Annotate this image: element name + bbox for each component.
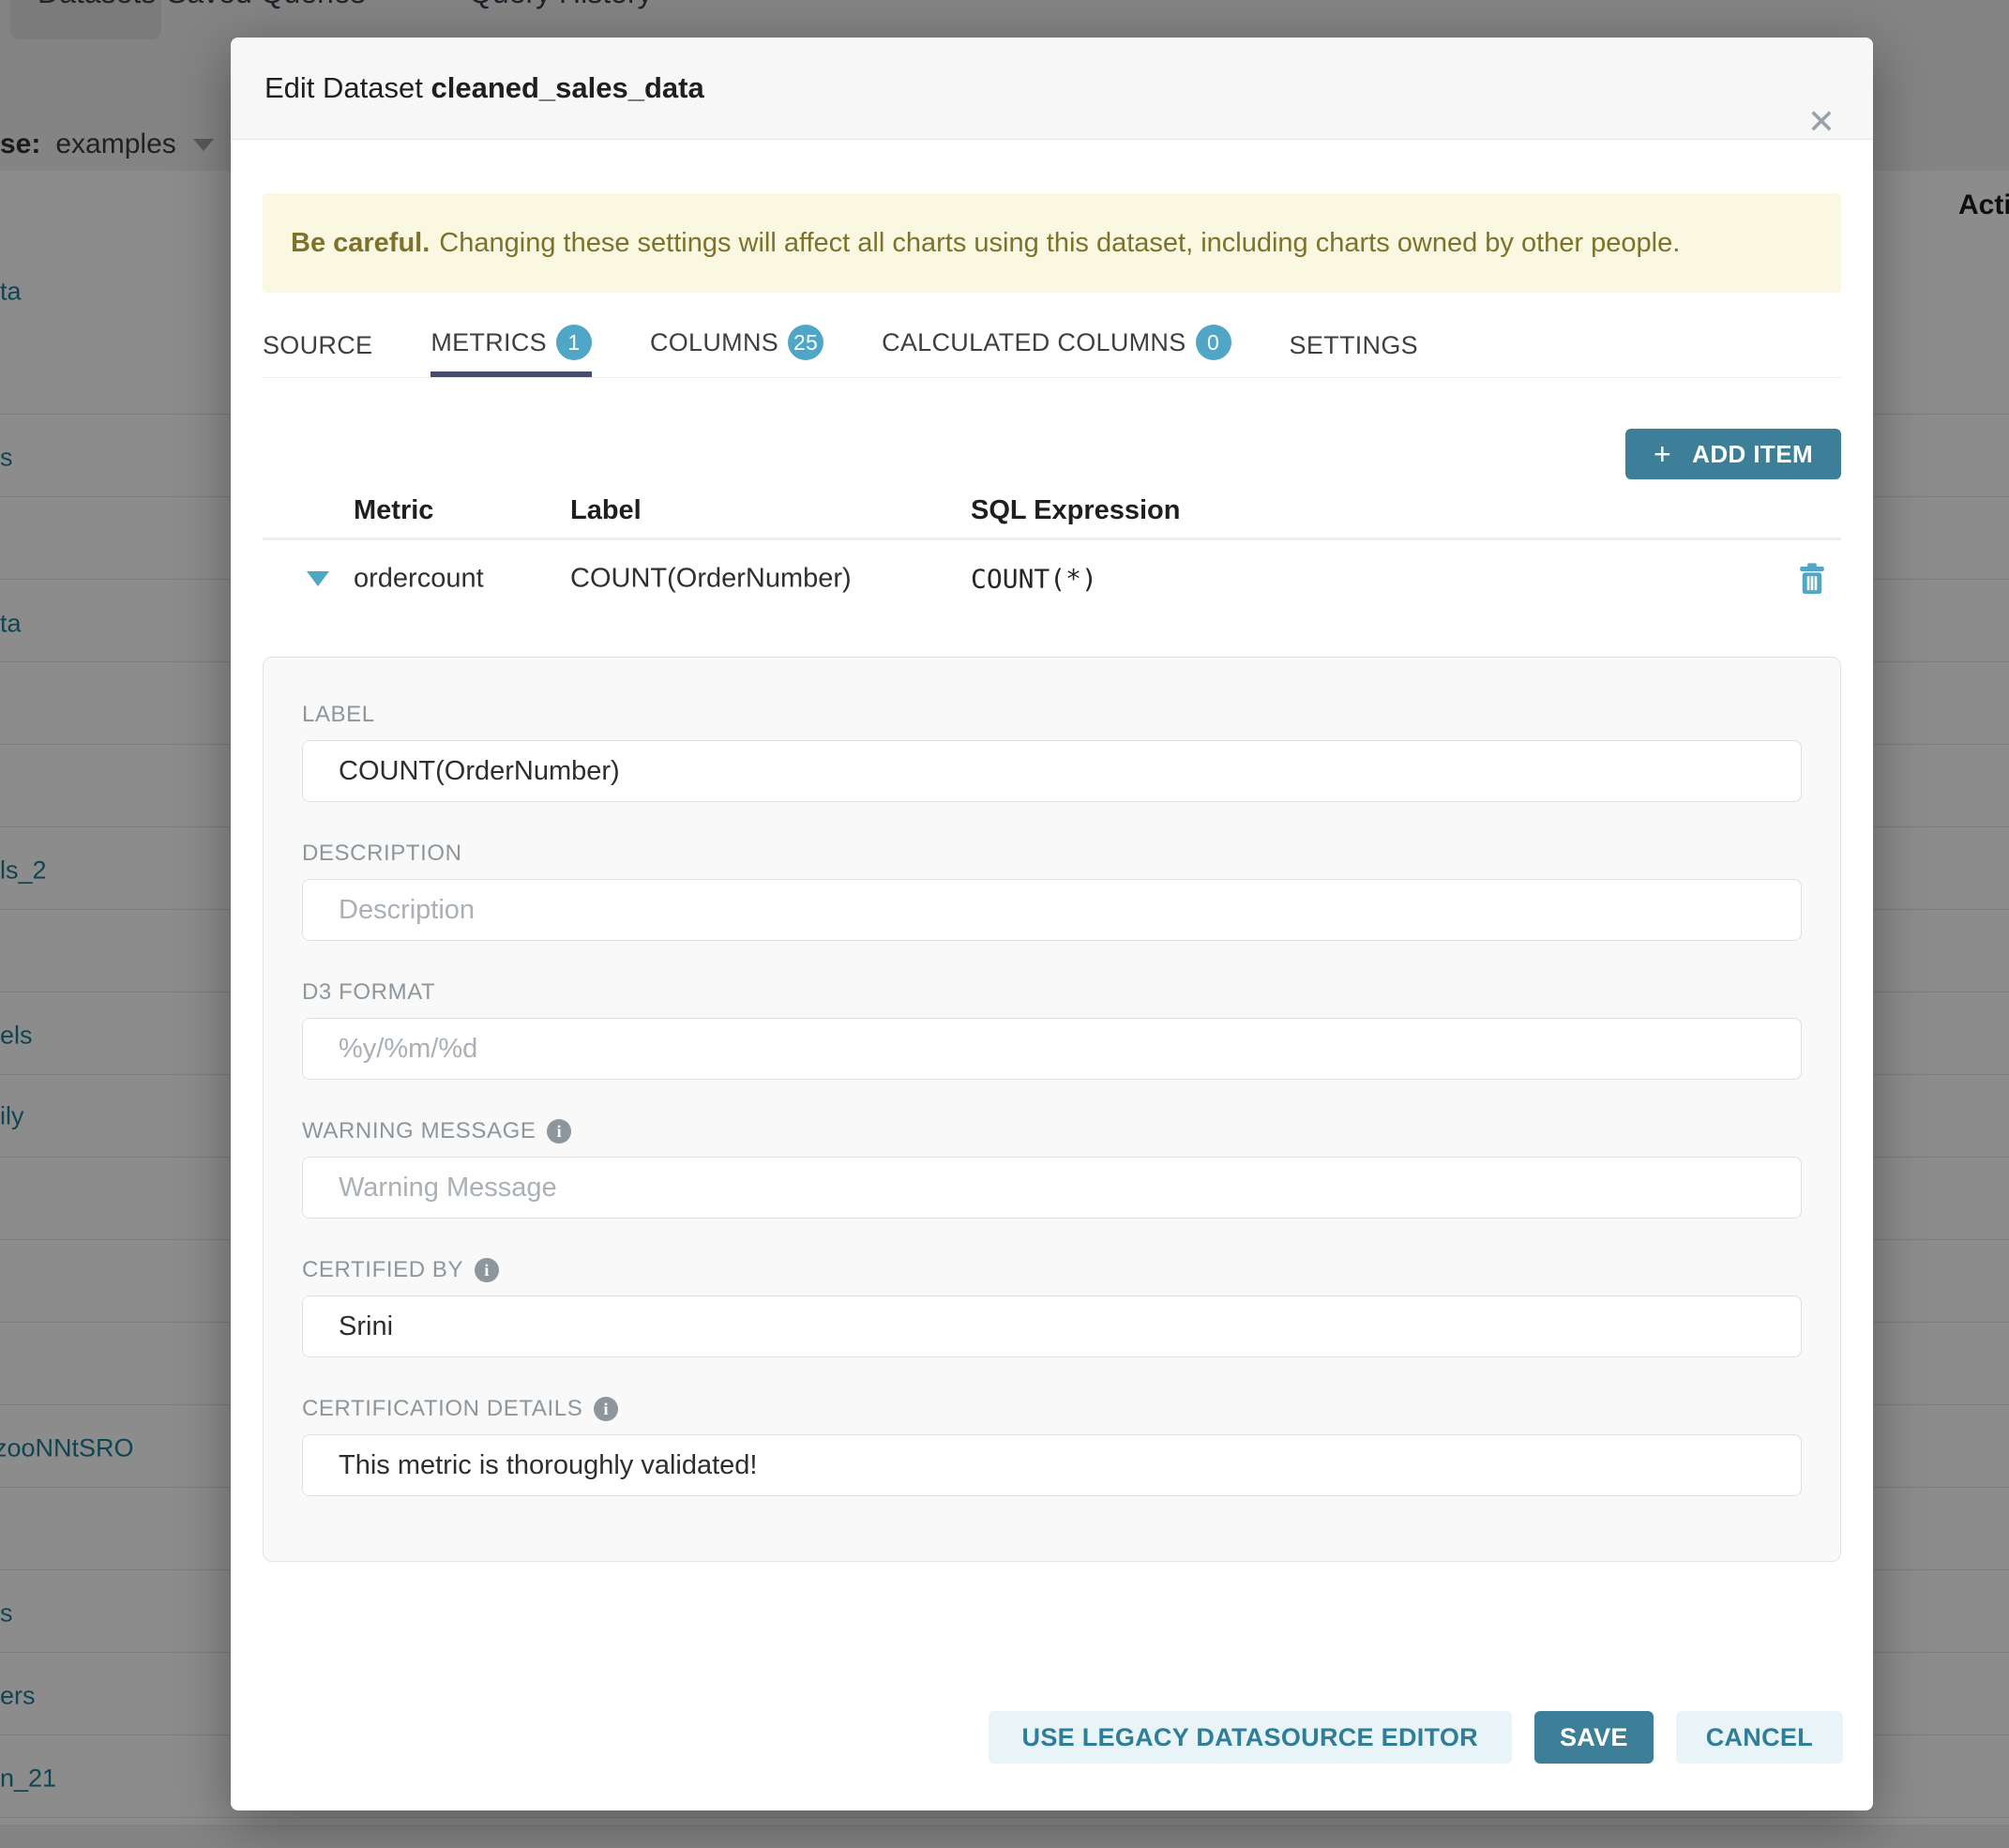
description-input[interactable] bbox=[302, 879, 1802, 941]
columns-count-badge: 25 bbox=[788, 325, 823, 360]
certification-details-field: CERTIFICATION DETAILS i bbox=[302, 1395, 1802, 1496]
modal-header: Edit Dataset cleaned_sales_data ✕ bbox=[231, 38, 1873, 140]
label-column-header: Label bbox=[570, 495, 642, 526]
info-icon[interactable]: i bbox=[547, 1119, 571, 1144]
calculated-columns-count-badge: 0 bbox=[1196, 325, 1231, 360]
metric-name-cell: ordercount bbox=[354, 564, 484, 595]
certified-by-field: CERTIFIED BY i bbox=[302, 1256, 1802, 1357]
d3-format-field-heading-text: D3 FORMAT bbox=[302, 978, 435, 1007]
edit-dataset-modal: Edit Dataset cleaned_sales_data ✕ Be car… bbox=[231, 38, 1873, 1810]
label-field-heading: LABEL bbox=[302, 701, 1802, 729]
cancel-button[interactable]: CANCEL bbox=[1676, 1711, 1843, 1764]
tab-settings[interactable]: SETTINGS bbox=[1290, 331, 1418, 377]
description-field: DESCRIPTION bbox=[302, 840, 1802, 941]
certification-details-field-heading: CERTIFICATION DETAILS i bbox=[302, 1395, 1802, 1423]
warning-banner: Be careful. Changing these settings will… bbox=[263, 193, 1841, 293]
description-field-heading: DESCRIPTION bbox=[302, 840, 1802, 868]
certified-by-field-heading-text: CERTIFIED BY bbox=[302, 1256, 463, 1284]
warning-banner-bold: Be careful. bbox=[291, 228, 430, 259]
tab-columns-label: COLUMNS bbox=[650, 328, 778, 357]
metrics-count-badge: 1 bbox=[556, 325, 592, 360]
tab-calculated-columns-label: CALCULATED COLUMNS bbox=[882, 328, 1186, 357]
d3-format-field-heading: D3 FORMAT bbox=[302, 978, 1802, 1007]
sql-expression-column-header: SQL Expression bbox=[971, 495, 1181, 526]
warning-banner-text: Changing these settings will affect all … bbox=[439, 228, 1680, 259]
metrics-table-header: Metric Label SQL Expression bbox=[263, 489, 1841, 540]
metric-edit-panel: LABEL DESCRIPTION D3 FORMAT WARNING MESS… bbox=[263, 657, 1841, 1562]
certification-details-field-heading-text: CERTIFICATION DETAILS bbox=[302, 1395, 582, 1423]
caret-down-icon[interactable] bbox=[307, 571, 329, 586]
tab-columns[interactable]: COLUMNS 25 bbox=[650, 325, 823, 377]
add-item-label: ADD ITEM bbox=[1692, 440, 1813, 469]
modal-title-prefix: Edit Dataset bbox=[264, 71, 430, 104]
tab-source-label: SOURCE bbox=[263, 331, 372, 360]
description-field-heading-text: DESCRIPTION bbox=[302, 840, 462, 868]
metric-label-cell: COUNT(OrderNumber) bbox=[570, 564, 852, 595]
dataset-name: cleaned_sales_data bbox=[430, 71, 703, 104]
dataset-editor-tabs: SOURCE METRICS 1 COLUMNS 25 CALCULATED C… bbox=[263, 310, 1841, 378]
modal-footer: USE LEGACY DATASOURCE EDITOR SAVE CANCEL bbox=[989, 1711, 1843, 1764]
certified-by-input[interactable] bbox=[302, 1295, 1802, 1357]
warning-message-field: WARNING MESSAGE i bbox=[302, 1117, 1802, 1219]
tab-metrics-label: METRICS bbox=[430, 328, 547, 357]
info-icon[interactable]: i bbox=[594, 1397, 618, 1421]
label-field-heading-text: LABEL bbox=[302, 701, 375, 729]
add-item-button[interactable]: + ADD ITEM bbox=[1625, 429, 1841, 479]
warning-message-field-heading-text: WARNING MESSAGE bbox=[302, 1117, 536, 1145]
d3-format-field: D3 FORMAT bbox=[302, 978, 1802, 1080]
label-field: LABEL bbox=[302, 701, 1802, 802]
metric-column-header: Metric bbox=[354, 495, 433, 526]
certified-by-field-heading: CERTIFIED BY i bbox=[302, 1256, 1802, 1284]
tab-source[interactable]: SOURCE bbox=[263, 331, 372, 377]
label-input[interactable] bbox=[302, 740, 1802, 802]
metric-sql-cell: COUNT(*) bbox=[971, 564, 1097, 595]
use-legacy-datasource-editor-button[interactable]: USE LEGACY DATASOURCE EDITOR bbox=[989, 1711, 1512, 1764]
warning-message-input[interactable] bbox=[302, 1157, 1802, 1219]
d3-format-input[interactable] bbox=[302, 1018, 1802, 1080]
tab-metrics[interactable]: METRICS 1 bbox=[430, 325, 592, 377]
info-icon[interactable]: i bbox=[475, 1258, 499, 1282]
close-icon[interactable]: ✕ bbox=[1807, 105, 1835, 139]
trash-icon[interactable] bbox=[1796, 562, 1828, 596]
modal-title: Edit Dataset cleaned_sales_data bbox=[264, 71, 704, 105]
metric-table-row: ordercount COUNT(OrderNumber) COUNT(*) bbox=[263, 540, 1841, 617]
add-item-row: + ADD ITEM bbox=[263, 429, 1841, 479]
warning-message-field-heading: WARNING MESSAGE i bbox=[302, 1117, 1802, 1145]
tab-settings-label: SETTINGS bbox=[1290, 331, 1418, 360]
save-button[interactable]: SAVE bbox=[1534, 1711, 1654, 1764]
plus-icon: + bbox=[1654, 437, 1671, 472]
tab-calculated-columns[interactable]: CALCULATED COLUMNS 0 bbox=[882, 325, 1231, 377]
certification-details-input[interactable] bbox=[302, 1434, 1802, 1496]
modal-body: Be careful. Changing these settings will… bbox=[231, 193, 1873, 1562]
